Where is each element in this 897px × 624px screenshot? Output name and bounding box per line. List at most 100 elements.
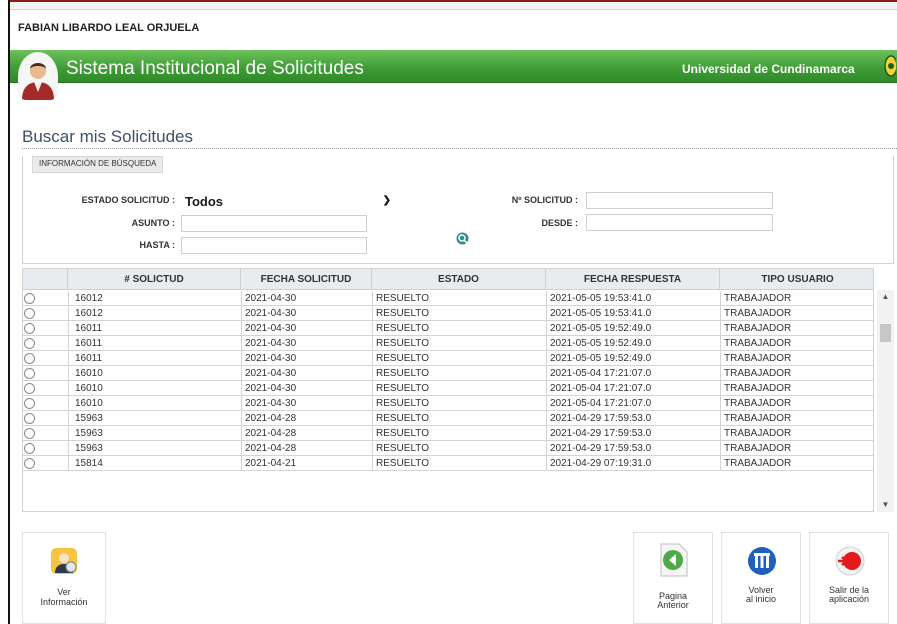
desde-label: DESDE : [541,218,578,228]
row-select-radio[interactable] [24,443,35,454]
hasta-date-input[interactable] [181,237,367,254]
salir-aplicacion-button[interactable]: Salir de la aplicación [809,532,889,624]
select-column-header [23,269,68,290]
title-divider [22,148,897,149]
table-row[interactable]: 16010 2021-04-30 RESUELTO 2021-05-04 17:21:… [23,366,873,381]
pagina-anterior-button[interactable]: Pagina Anterior [633,532,713,624]
row-select-radio[interactable] [24,308,35,319]
column-separator [720,366,721,381]
cell-estado: RESUELTO [376,383,429,394]
app-title: Sistema Institucional de Solicitudes [66,58,364,79]
cell-numero: 15963 [75,428,103,439]
search-icon[interactable] [456,232,469,245]
column-header-fecha-solicitud[interactable]: FECHA SOLICITUD [241,269,372,290]
row-select-radio[interactable] [24,293,35,304]
table-row[interactable]: 15963 2021-04-28 RESUELTO 2021-04-29 17:59:… [23,426,873,441]
column-header-tipo-usuario[interactable]: TIPO USUARIO [720,269,873,290]
table-row[interactable]: 16011 2021-04-30 RESUELTO 2021-05-05 19:52:… [23,351,873,366]
cell-fecha-respuesta: 2021-05-05 19:52:49.0 [550,338,652,349]
cell-tipo-usuario: TRABAJADOR [724,443,792,454]
column-separator [546,366,547,381]
table-row[interactable]: 16011 2021-04-30 RESUELTO 2021-05-05 19:52:… [23,321,873,336]
column-separator [372,351,373,366]
scroll-down-arrow-icon[interactable]: ▼ [877,498,894,512]
table-row[interactable]: 15814 2021-04-21 RESUELTO 2021-04-29 07:19:… [23,456,873,471]
cell-estado: RESUELTO [376,323,429,334]
column-separator [546,336,547,351]
cell-fecha-respuesta: 2021-04-29 17:59:53.0 [550,428,652,439]
column-separator [546,456,547,471]
row-select-radio[interactable] [24,338,35,349]
cell-estado: RESUELTO [376,398,429,409]
scroll-up-arrow-icon[interactable]: ▲ [877,290,894,304]
column-header-numero[interactable]: # SOLICTUD [68,269,241,290]
cell-fecha-solicitud: 2021-04-28 [245,413,297,424]
ver-informacion-label-1: Ver [57,587,71,597]
search-legend: INFORMACIÓN DE BÚSQUEDA [32,156,164,173]
column-separator [546,396,547,411]
row-select-radio[interactable] [24,413,35,424]
scroll-thumb[interactable] [880,324,891,342]
page-title: Buscar mis Solicitudes [22,127,194,146]
university-emblem-icon [882,54,897,78]
table-row[interactable]: 16010 2021-04-30 RESUELTO 2021-05-04 17:21:… [23,396,873,411]
app-window: FABIAN LIBARDO LEAL ORJUELA Sistema Inst… [8,0,897,624]
cell-tipo-usuario: TRABAJADOR [724,323,792,334]
numero-solicitud-label: Nº SOLICITUD : [511,195,578,205]
column-separator [68,336,69,351]
table-row[interactable]: 15963 2021-04-28 RESUELTO 2021-04-29 17:59:… [23,441,873,456]
row-select-radio[interactable] [24,323,35,334]
column-separator [720,426,721,441]
table-row[interactable]: 16010 2021-04-30 RESUELTO 2021-05-04 17:21:… [23,381,873,396]
volver-inicio-button[interactable]: Volver al inicio [721,532,801,624]
row-select-radio[interactable] [24,398,35,409]
desde-date-input[interactable] [586,214,773,231]
top-strip [10,0,897,10]
table-row[interactable]: 16011 2021-04-30 RESUELTO 2021-05-05 19:52:… [23,336,873,351]
column-separator [68,366,69,381]
table-row[interactable]: 16012 2021-04-30 RESUELTO 2021-05-05 19:53:… [23,306,873,321]
column-separator [68,351,69,366]
table-row[interactable]: 15963 2021-04-28 RESUELTO 2021-04-29 17:59:… [23,411,873,426]
row-select-radio[interactable] [24,458,35,469]
cell-estado: RESUELTO [376,428,429,439]
solicitudes-table: # SOLICTUD FECHA SOLICITUD ESTADO FECHA … [22,268,874,512]
column-separator [241,456,242,471]
column-separator [546,321,547,336]
column-separator [68,456,69,471]
column-separator [720,441,721,456]
column-separator [720,306,721,321]
column-separator [68,441,69,456]
table-scrollbar[interactable]: ▲ ▼ [877,290,894,512]
table-row[interactable]: 16012 2021-04-30 RESUELTO 2021-05-05 19:53:… [23,291,873,306]
row-select-radio[interactable] [24,428,35,439]
estado-select[interactable]: Todos ❯ [181,192,395,210]
numero-solicitud-input[interactable] [586,192,773,209]
cell-numero: 16012 [75,293,103,304]
cell-estado: RESUELTO [376,368,429,379]
user-name: FABIAN LIBARDO LEAL ORJUELA [18,22,200,34]
cell-estado: RESUELTO [376,338,429,349]
column-separator [546,411,547,426]
cell-tipo-usuario: TRABAJADOR [724,353,792,364]
cell-fecha-solicitud: 2021-04-30 [245,323,297,334]
asunto-input[interactable] [181,215,367,232]
cell-estado: RESUELTO [376,458,429,469]
cell-fecha-solicitud: 2021-04-30 [245,293,297,304]
column-separator [546,291,547,306]
cell-fecha-solicitud: 2021-04-30 [245,353,297,364]
column-separator [720,291,721,306]
column-header-estado[interactable]: ESTADO [372,269,546,290]
row-select-radio[interactable] [24,353,35,364]
chevron-down-icon: ❯ [382,195,391,206]
column-header-fecha-respuesta[interactable]: FECHA RESPUESTA [546,269,720,290]
ver-informacion-label-2: Información [40,597,88,607]
column-separator [68,396,69,411]
row-select-radio[interactable] [24,383,35,394]
institution-name: Universidad de Cundinamarca [682,62,855,76]
ver-informacion-button[interactable]: Ver Información [22,532,106,624]
column-separator [241,291,242,306]
row-select-radio[interactable] [24,368,35,379]
column-separator [68,291,69,306]
column-separator [241,426,242,441]
